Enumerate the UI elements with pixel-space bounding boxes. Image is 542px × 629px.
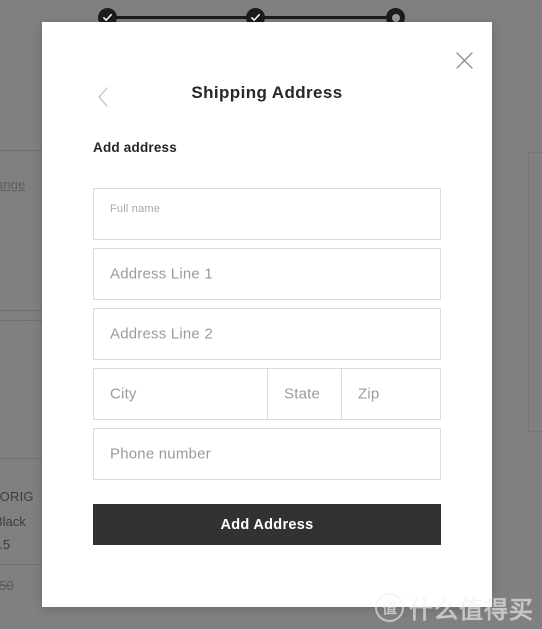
background-divider: [0, 150, 48, 151]
zip-field[interactable]: Zip: [342, 369, 440, 419]
city-state-zip-row: City State Zip: [93, 368, 441, 420]
city-field[interactable]: City: [94, 369, 268, 419]
background-product-original-price: 250: [0, 578, 14, 593]
add-address-button[interactable]: Add Address: [93, 504, 441, 545]
close-button[interactable]: [450, 46, 478, 74]
city-input[interactable]: [94, 369, 267, 419]
add-address-section-label: Add address: [93, 140, 177, 155]
address-line-2-input[interactable]: [94, 309, 440, 359]
full-name-field[interactable]: Full name: [93, 188, 441, 240]
background-left-column: ange S ORIG Black 2.5 250: [0, 0, 48, 629]
background-product-size: 2.5: [0, 537, 11, 552]
phone-number-field[interactable]: Phone number: [93, 428, 441, 480]
full-name-input[interactable]: [94, 189, 440, 239]
background-product-title: S ORIG: [0, 489, 34, 504]
background-divider: [0, 458, 48, 459]
ring-icon: [391, 13, 400, 22]
state-input[interactable]: [268, 369, 341, 419]
state-field[interactable]: State: [268, 369, 342, 419]
background-product-color: Black: [0, 514, 26, 529]
phone-number-input[interactable]: [94, 429, 440, 479]
background-divider: [0, 320, 48, 321]
shipping-address-modal: Shipping Address Add address Full name A…: [42, 22, 492, 607]
address-line-2-field[interactable]: Address Line 2: [93, 308, 441, 360]
background-right-card-inner-edge: [534, 158, 542, 424]
modal-header: Shipping Address: [42, 78, 492, 118]
background-divider: [0, 310, 48, 311]
address-line-1-input[interactable]: [94, 249, 440, 299]
shipping-address-form: Full name Address Line 1 Address Line 2 …: [93, 188, 441, 545]
zip-input[interactable]: [342, 369, 440, 419]
page-title: Shipping Address: [191, 83, 343, 102]
background-change-link[interactable]: ange: [0, 177, 25, 192]
close-icon: [455, 51, 473, 69]
background-divider: [0, 564, 48, 565]
address-line-1-field[interactable]: Address Line 1: [93, 248, 441, 300]
